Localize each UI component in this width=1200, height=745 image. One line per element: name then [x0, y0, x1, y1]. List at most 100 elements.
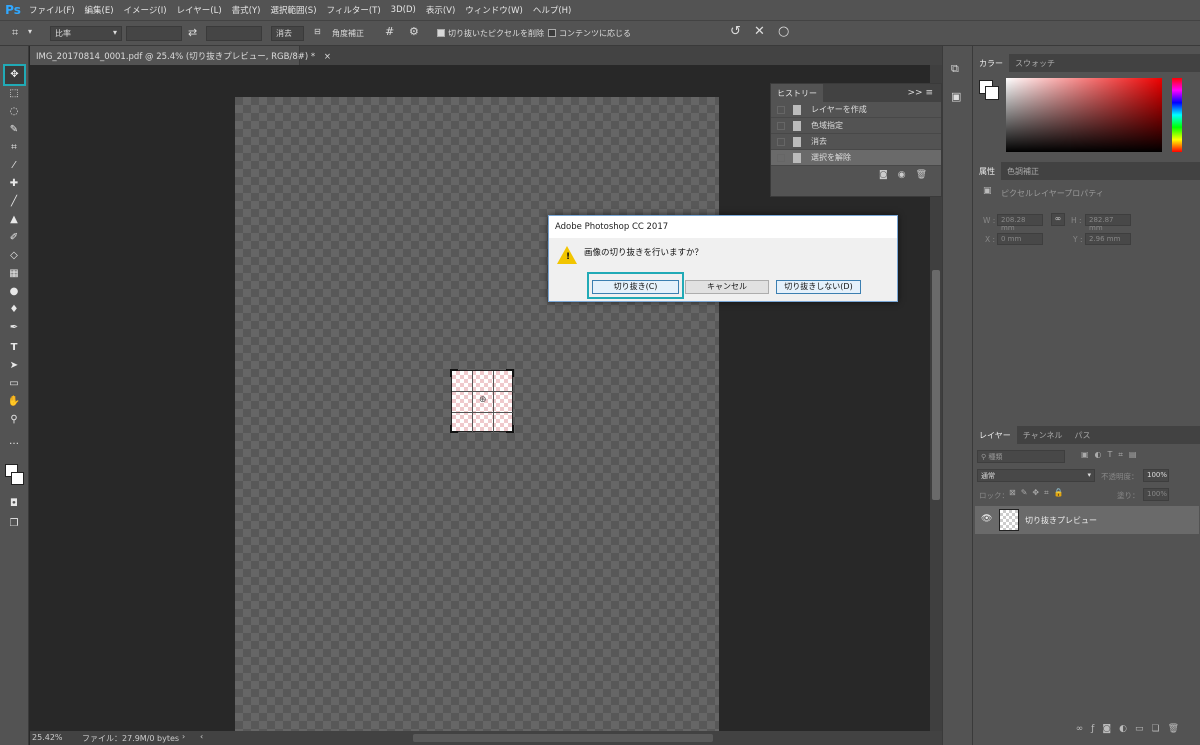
crop-handle[interactable] [450, 369, 458, 377]
eyedropper-tool-icon[interactable]: ⁄ [5, 158, 23, 174]
tab-adjustments[interactable]: 色調補正 [1001, 162, 1045, 180]
quick-select-tool-icon[interactable]: ✎ [5, 122, 23, 138]
more-tools-icon[interactable]: … [5, 434, 23, 450]
history-item[interactable]: 消去 [771, 134, 941, 150]
fill-field[interactable]: 100% [1143, 488, 1169, 501]
hue-slider[interactable] [1172, 78, 1182, 152]
y-field[interactable]: 2.96 mm [1085, 233, 1131, 245]
screen-mode-icon[interactable]: ❐ [5, 516, 23, 532]
width-field[interactable]: 208.28 mm [997, 214, 1043, 232]
layer-name[interactable]: 切り抜きプレビュー [1025, 515, 1097, 526]
tab-properties[interactable]: 属性 [973, 162, 1001, 180]
content-aware-checkbox[interactable]: コンテンツに応じる [548, 28, 631, 39]
straighten-button[interactable]: 角度補正 [332, 28, 364, 39]
clear-button[interactable]: 消去 [271, 26, 304, 41]
menu-file[interactable]: ファイル(F) [24, 4, 80, 16]
trash-icon[interactable]: 🗑 [916, 170, 927, 180]
menu-edit[interactable]: 編集(E) [80, 4, 119, 16]
eye-icon[interactable]: 👁 [981, 514, 992, 524]
dodge-tool-icon[interactable]: ♦ [5, 302, 23, 318]
camera-icon[interactable]: ◉ [898, 170, 906, 180]
scrollbar-thumb[interactable] [932, 270, 940, 500]
cancel-button[interactable]: キャンセル [685, 280, 769, 294]
menu-view[interactable]: 表示(V) [421, 4, 460, 16]
history-state-box[interactable] [777, 153, 785, 162]
hand-tool-icon[interactable]: ✋ [5, 394, 23, 410]
crop-tool-icon[interactable]: ⌗ [5, 140, 23, 156]
history-tab[interactable]: ヒストリー [771, 84, 823, 102]
menu-layer[interactable]: レイヤー(L) [172, 4, 227, 16]
swap-icon[interactable]: ⇄ [188, 26, 197, 39]
history-item[interactable]: レイヤーを作成 [771, 102, 941, 118]
menu-type[interactable]: 書式(Y) [227, 4, 266, 16]
zoom-tool-icon[interactable]: ⚲ [5, 412, 23, 428]
background-color-swatch[interactable] [985, 86, 999, 100]
zoom-level[interactable]: 25.42% [32, 733, 63, 742]
collapse-icon[interactable]: >> [908, 88, 923, 98]
lasso-tool-icon[interactable]: ◌ [5, 104, 23, 120]
cancel-crop-icon[interactable]: ✕ [754, 24, 765, 39]
history-state-box[interactable] [777, 121, 785, 130]
crop-tool-icon[interactable]: ⌗ [12, 26, 18, 40]
brush-tool-icon[interactable]: ╱ [5, 194, 23, 210]
pen-tool-icon[interactable]: ✒ [5, 320, 23, 336]
file-info[interactable]: ファイル：27.9M/0 bytes [82, 733, 179, 744]
commit-crop-icon[interactable]: ○ [778, 24, 789, 39]
history-state-box[interactable] [777, 137, 785, 146]
eraser-tool-icon[interactable]: ◇ [5, 248, 23, 264]
blend-mode-select[interactable]: 通常 ▾ [977, 469, 1095, 482]
tab-layers[interactable]: レイヤー [973, 426, 1017, 444]
tab-swatches[interactable]: スウォッチ [1009, 54, 1061, 72]
menu-help[interactable]: ヘルプ(H) [528, 4, 577, 16]
path-select-tool-icon[interactable]: ➤ [5, 358, 23, 374]
move-tool-icon[interactable]: ✥ [3, 64, 26, 86]
marquee-tool-icon[interactable]: ⬚ [5, 86, 23, 102]
lock-icons[interactable]: ⊠✎✥⌗🔒 [1009, 488, 1069, 498]
grid-overlay-icon[interactable]: # [385, 25, 394, 38]
crop-handle[interactable] [450, 425, 458, 433]
crop-handle[interactable] [506, 369, 514, 377]
reset-icon[interactable]: ↺ [730, 24, 741, 39]
x-field[interactable]: 0 mm [997, 233, 1043, 245]
history-state-box[interactable] [777, 105, 785, 114]
gradient-tool-icon[interactable]: ▦ [5, 266, 23, 282]
layers-footer-icons[interactable]: ∞ƒ◙◐▭❏🗑 [973, 724, 1200, 742]
document-canvas[interactable]: ⊕ [235, 97, 719, 732]
tab-paths[interactable]: パス [1069, 426, 1097, 444]
new-snapshot-icon[interactable]: ◙ [879, 170, 888, 180]
blur-tool-icon[interactable]: ● [5, 284, 23, 300]
scroll-left-icon[interactable]: ‹ [200, 732, 203, 741]
panel-menu-icon[interactable]: >> ≡ [908, 88, 942, 98]
history-item-selected[interactable]: 選択を解除 [771, 150, 941, 166]
gear-icon[interactable]: ⚙ [409, 25, 419, 38]
tool-preset-arrow-icon[interactable]: ▾ [28, 27, 32, 36]
straighten-icon[interactable]: ⊟ [314, 27, 321, 36]
document-tab[interactable]: IMG_20170814_0001.pdf @ 25.4% (切り抜きプレビュー… [30, 46, 331, 65]
actions-panel-icon[interactable]: ▣ [951, 90, 961, 103]
background-color-swatch[interactable] [11, 472, 24, 485]
layer-filter-icons[interactable]: ▣◐T⌗▤ [1081, 450, 1143, 460]
layer-row[interactable]: 👁 切り抜きプレビュー [975, 506, 1199, 534]
tab-channels[interactable]: チャンネル [1017, 426, 1069, 444]
ratio-height-input[interactable] [206, 26, 262, 41]
menu-filter[interactable]: フィルター(T) [322, 4, 386, 16]
menu-image[interactable]: イメージ(I) [119, 4, 172, 16]
menu-select[interactable]: 選択範囲(S) [265, 4, 321, 16]
menu-window[interactable]: ウィンドウ(W) [460, 4, 528, 16]
rectangle-tool-icon[interactable]: ▭ [5, 376, 23, 392]
healing-brush-tool-icon[interactable]: ✚ [5, 176, 23, 192]
color-picker-field[interactable] [1006, 78, 1162, 152]
clone-stamp-tool-icon[interactable]: ▲ [5, 212, 23, 228]
history-panel-icon[interactable]: ⧉ [951, 62, 959, 76]
layer-filter-kind-select[interactable]: ⚲ 種類 [977, 450, 1065, 463]
quick-mask-icon[interactable]: ◘ [5, 496, 23, 512]
menu-3d[interactable]: 3D(D) [386, 5, 421, 15]
link-icon[interactable]: ∞ [1051, 213, 1065, 226]
height-field[interactable]: 282.87 mm [1085, 214, 1131, 232]
history-brush-tool-icon[interactable]: ✐ [5, 230, 23, 246]
delete-cropped-pixels-checkbox[interactable]: 切り抜いたピクセルを削除 [437, 28, 544, 39]
crop-handle[interactable] [506, 425, 514, 433]
type-tool-icon[interactable]: T [5, 340, 23, 356]
dont-crop-button[interactable]: 切り抜きしない(D) [776, 280, 861, 294]
history-item[interactable]: 色域指定 [771, 118, 941, 134]
